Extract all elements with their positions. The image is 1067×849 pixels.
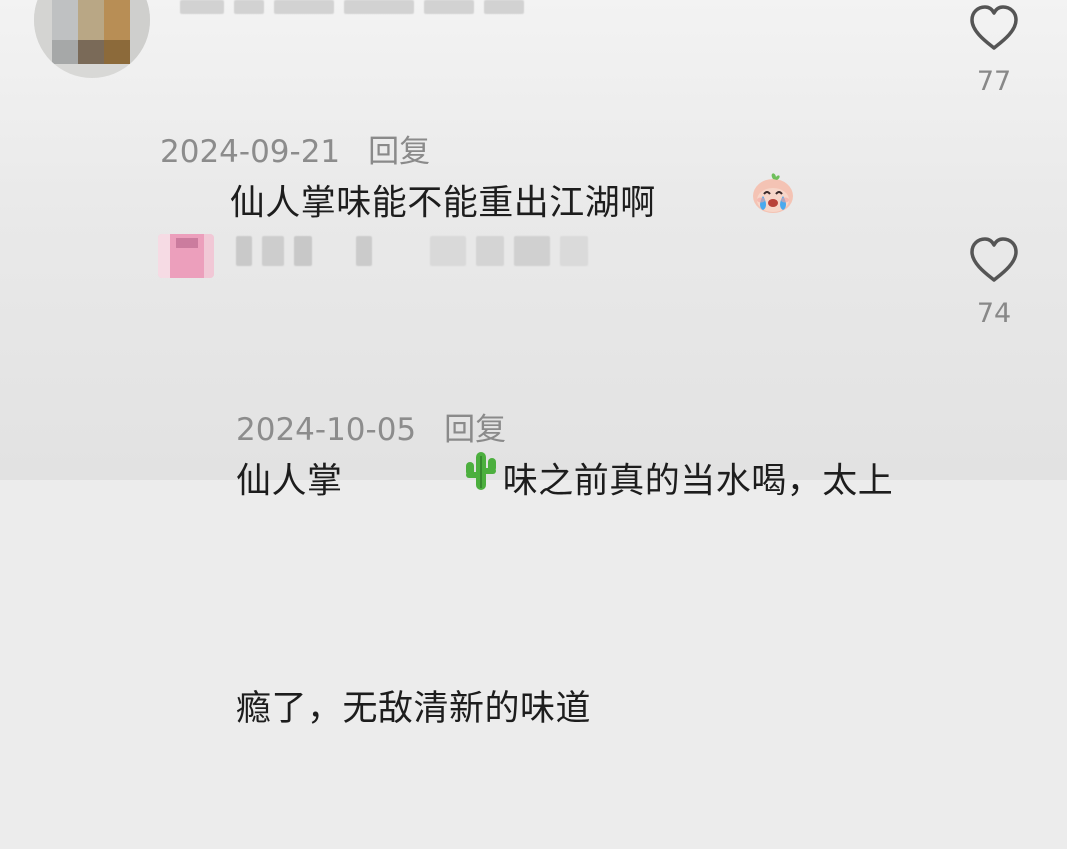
comment-text-content: 仙人掌味能不能重出江湖啊 <box>229 183 656 224</box>
like-button[interactable]: 77 <box>964 4 1024 97</box>
like-button[interactable]: 74 <box>964 236 1024 329</box>
reply-text: 仙人掌 味之前真的当水喝，太上 瘾了，无敌清新的味道 <box>236 284 896 849</box>
crying-face-emoji-icon <box>656 114 797 287</box>
reply-text-part1: 仙人掌 <box>236 461 343 502</box>
comment-list: 仙人掌味能不能重出江湖啊 2024-09-21 回复 77 仙人掌 味之前真的当… <box>0 0 1067 729</box>
username-blurred[interactable] <box>180 0 524 14</box>
like-count: 77 <box>976 66 1012 97</box>
reply-text-line2: 瘾了，无敌清新的味道 <box>236 689 592 729</box>
reply-button[interactable]: 回复 <box>444 410 506 450</box>
like-count: 74 <box>976 298 1012 329</box>
avatar[interactable] <box>158 234 214 278</box>
avatar[interactable] <box>34 0 150 78</box>
reply-button[interactable]: 回复 <box>368 132 430 172</box>
heart-outline-icon[interactable] <box>967 236 1021 284</box>
comment-meta: 2024-09-21 回复 <box>160 132 430 172</box>
username-blurred[interactable] <box>236 236 588 266</box>
reply-meta: 2024-10-05 回复 <box>236 410 506 450</box>
reply-text-part2: 味之前真的当水喝，太上 <box>502 461 894 502</box>
reply-date: 2024-10-05 <box>236 412 417 448</box>
comment-date: 2024-09-21 <box>160 134 341 170</box>
heart-outline-icon[interactable] <box>967 4 1021 52</box>
